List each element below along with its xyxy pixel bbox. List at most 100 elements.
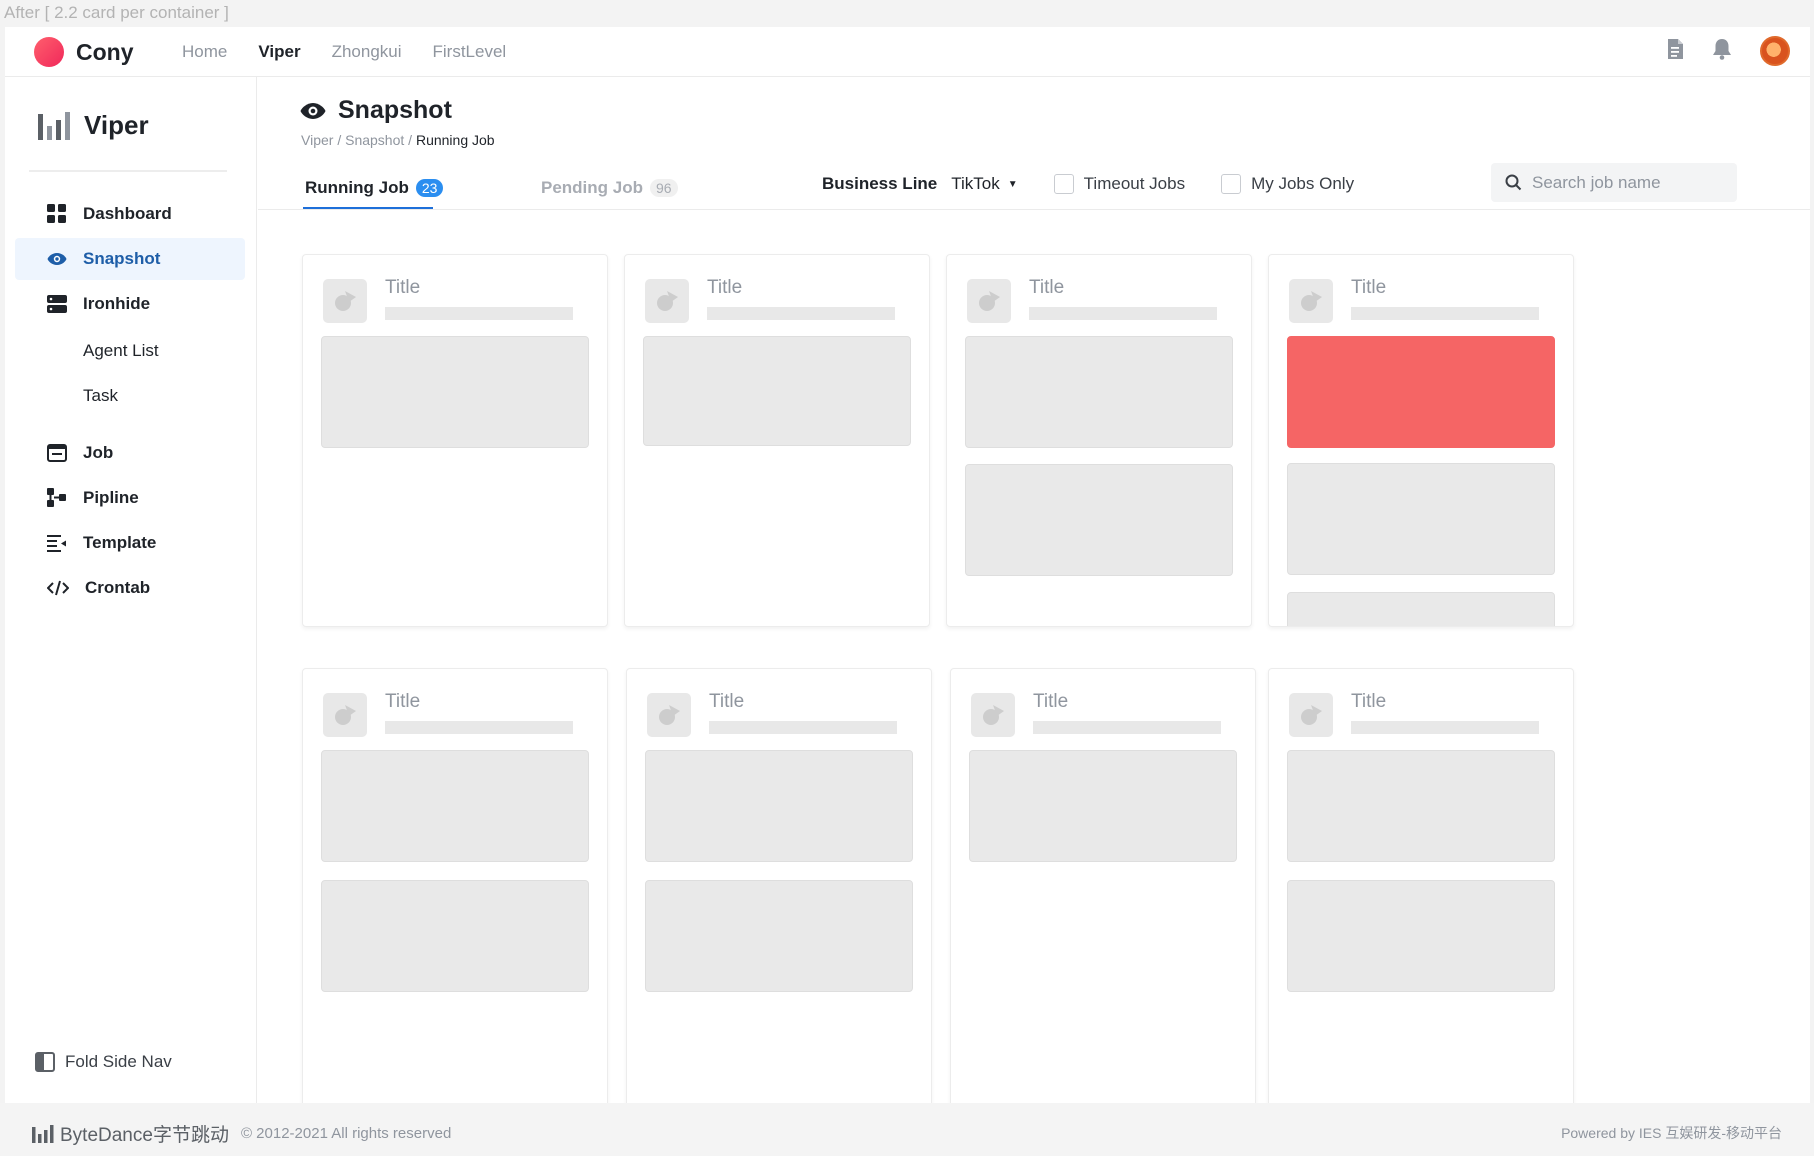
tab-running-job[interactable]: Running Job 23 <box>305 178 444 198</box>
card-avatar-icon <box>967 279 1011 323</box>
fold-side-nav-label: Fold Side Nav <box>65 1052 172 1071</box>
main-content: Snapshot Viper / Snapshot / Running Job … <box>258 77 1810 1129</box>
eye-icon <box>300 102 326 119</box>
job-card[interactable]: Title <box>950 668 1256 1129</box>
sidebar-item-label: Job <box>83 443 114 462</box>
card-title: Title <box>709 691 745 712</box>
job-card[interactable]: Title <box>946 254 1252 627</box>
card-title: Title <box>385 691 421 712</box>
breadcrumb-snapshot[interactable]: Snapshot <box>345 132 404 148</box>
card-content-block <box>321 880 589 992</box>
sidebar-item-label: Ironhide <box>83 294 151 313</box>
search-icon <box>1505 174 1522 191</box>
sidebar-item-ironhide[interactable]: Ironhide <box>15 283 245 325</box>
pipeline-icon <box>47 488 66 507</box>
app-window: Cony Home Viper Zhongkui FirstLevel Vipe… <box>5 27 1810 1129</box>
card-avatar-icon <box>1289 693 1333 737</box>
job-card[interactable]: Title <box>1268 668 1574 1129</box>
nav-link-zhongkui[interactable]: Zhongkui <box>332 42 402 62</box>
tab-label: Running Job <box>305 178 409 197</box>
breadcrumb-separator: / <box>337 132 342 148</box>
eye-icon <box>47 253 67 265</box>
card-title: Title <box>707 277 743 298</box>
my-jobs-only-label: My Jobs Only <box>1251 174 1355 193</box>
count-badge: 96 <box>650 179 678 197</box>
card-subtitle-placeholder <box>709 721 897 734</box>
sidebar-item-crontab[interactable]: Crontab <box>15 567 245 609</box>
code-icon <box>47 580 69 596</box>
sidebar-subitem-agent-list[interactable]: Agent List <box>83 341 159 361</box>
sidebar-item-label: Template <box>83 533 157 552</box>
business-line-label: Business Line <box>822 174 938 193</box>
card-content-block <box>969 750 1237 862</box>
card-avatar-icon <box>971 693 1015 737</box>
timeout-jobs-checkbox[interactable]: Timeout Jobs <box>1053 174 1185 194</box>
card-subtitle-placeholder <box>1033 721 1221 734</box>
breadcrumb-current: Running Job <box>415 132 495 148</box>
card-content-block <box>645 750 913 862</box>
card-subtitle-placeholder <box>1351 721 1539 734</box>
checkbox-box[interactable] <box>1221 174 1242 194</box>
search-input[interactable] <box>1532 172 1722 193</box>
card-title: Title <box>1351 691 1387 712</box>
nav-link-viper[interactable]: Viper <box>258 42 300 62</box>
checkbox-box[interactable] <box>1053 174 1074 194</box>
sidebar-item-snapshot[interactable]: Snapshot <box>15 238 245 280</box>
card-content-block <box>321 336 589 448</box>
sidebar-brand: Viper <box>38 110 149 141</box>
caret-down-icon[interactable]: ▼ <box>1008 179 1018 190</box>
card-content-block <box>321 750 589 862</box>
breadcrumb-viper[interactable]: Viper <box>301 132 333 148</box>
nav-link-home[interactable]: Home <box>182 42 227 62</box>
brand[interactable]: Cony <box>34 37 134 67</box>
filter-bar: Business Line TikTok ▼ Timeout Jobs My J… <box>822 169 1354 199</box>
card-avatar-icon <box>323 279 367 323</box>
document-icon[interactable] <box>1666 38 1684 65</box>
card-content-block <box>1287 880 1555 992</box>
sidebar-divider <box>29 170 227 172</box>
sidebar-title: Viper <box>84 110 149 140</box>
card-title: Title <box>1029 277 1065 298</box>
fold-panel-icon <box>35 1052 55 1072</box>
job-card[interactable]: Title <box>624 254 930 627</box>
top-nav-links: Home Viper Zhongkui FirstLevel <box>182 42 506 62</box>
card-subtitle-placeholder <box>385 721 573 734</box>
card-avatar-icon <box>323 693 367 737</box>
nav-link-firstlevel[interactable]: FirstLevel <box>433 42 507 62</box>
sidebar-item-job[interactable]: Job <box>15 432 245 474</box>
card-subtitle-placeholder <box>1029 307 1217 320</box>
footer-brand: ByteDance字节跳动 <box>60 1125 229 1146</box>
job-icon <box>47 444 67 462</box>
card-avatar-icon <box>645 279 689 323</box>
avatar[interactable] <box>1760 36 1790 66</box>
sidebar-item-label: Snapshot <box>83 249 161 268</box>
sidebar-item-label: Pipline <box>83 488 139 507</box>
sidebar-item-dashboard[interactable]: Dashboard <box>15 193 245 235</box>
bell-icon[interactable] <box>1710 37 1734 66</box>
card-content-block <box>643 336 911 446</box>
fold-side-nav-button[interactable]: Fold Side Nav <box>35 1052 172 1072</box>
brand-name: Cony <box>76 38 134 65</box>
brand-logo-icon <box>34 37 64 67</box>
tabs-divider <box>258 209 1810 210</box>
sidebar-item-template[interactable]: Template <box>15 522 245 564</box>
business-line-select[interactable]: TikTok <box>951 174 1000 194</box>
my-jobs-only-checkbox[interactable]: My Jobs Only <box>1221 174 1354 194</box>
bytedance-logo-icon <box>32 1124 54 1143</box>
job-card[interactable]: Title <box>302 668 608 1129</box>
job-card[interactable]: Title <box>302 254 608 627</box>
count-badge: 23 <box>415 179 444 197</box>
card-content-block <box>1287 750 1555 862</box>
search-box[interactable] <box>1491 163 1737 202</box>
sidebar-item-pipline[interactable]: Pipline <box>15 477 245 519</box>
breadcrumb-separator: / <box>408 132 413 148</box>
breadcrumb: Viper / Snapshot / Running Job <box>301 132 495 148</box>
viper-logo-icon <box>38 111 70 140</box>
card-highlight-block <box>1287 336 1555 448</box>
tab-pending-job[interactable]: Pending Job 96 <box>541 178 678 198</box>
job-card[interactable]: Title <box>626 668 932 1129</box>
template-icon <box>47 535 66 552</box>
sidebar: Viper Dashboard Snapshot Ironhide Agent … <box>5 77 257 1129</box>
sidebar-subitem-task[interactable]: Task <box>83 386 118 406</box>
job-card[interactable]: Title <box>1268 254 1574 627</box>
